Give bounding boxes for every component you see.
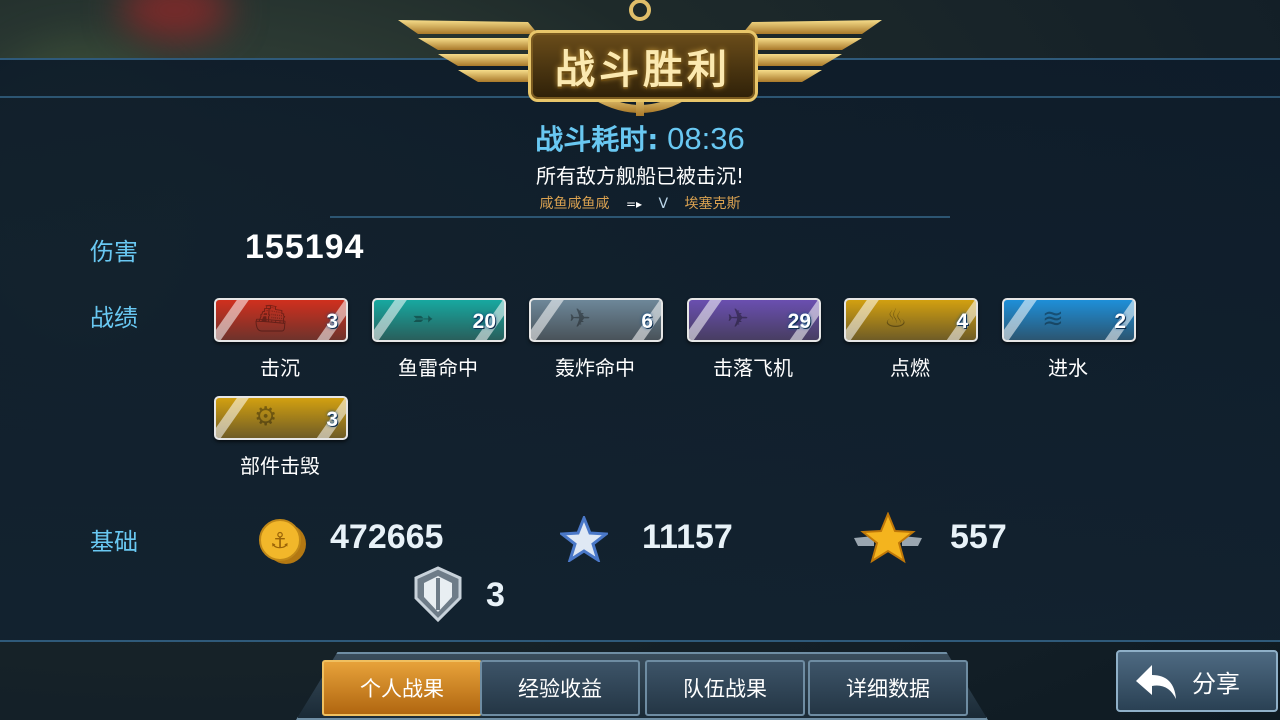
shield-value: 3 xyxy=(486,576,505,614)
gold-coin-icon: ⚓ xyxy=(259,519,306,564)
medal-badge: ⚙ 3 xyxy=(214,396,348,440)
torpedo-icon: ➵ xyxy=(412,304,434,334)
medal-badge: ♨ 4 xyxy=(844,298,978,342)
tab-3[interactable]: 详细数据 xyxy=(808,660,968,716)
achievement-medal: ⛴ 3 击沉 xyxy=(214,298,348,381)
planes-shot-down-icon: ✈ xyxy=(727,304,749,334)
timer-value: 08:36 xyxy=(667,121,745,156)
timer-label: 战斗耗时: xyxy=(535,123,659,156)
share-back-arrow-icon xyxy=(1136,665,1176,699)
matchup: 咸鱼咸鱼咸 =▸ V 埃塞克斯 xyxy=(0,193,1280,213)
tab-2[interactable]: 队伍战果 xyxy=(645,660,805,716)
player-right-name: 埃塞克斯 xyxy=(684,196,741,212)
achievement-medal: ♨ 4 点燃 xyxy=(844,298,978,381)
medal-count: 6 xyxy=(641,310,653,333)
achievement-medal: ✈ 29 击落飞机 xyxy=(687,298,821,381)
base-label: 基础 xyxy=(90,528,138,556)
medal-badge: ⛴ 3 xyxy=(214,298,348,342)
gear-broken-icon: ⚙ xyxy=(254,402,278,432)
svg-text:⚓: ⚓ xyxy=(270,529,290,554)
rank-points-value: 557 xyxy=(950,518,1007,556)
exp-value: 11157 xyxy=(642,518,733,556)
medal-count: 29 xyxy=(787,310,811,333)
shield-icon xyxy=(414,566,462,623)
medal-name: 进水 xyxy=(1048,356,1088,380)
damage-value: 155194 xyxy=(245,228,365,266)
medal-badge: ≋ 2 xyxy=(1002,298,1136,342)
medal-count: 2 xyxy=(1114,310,1126,333)
bomber-icon: ✈ xyxy=(569,304,591,334)
share-label: 分享 xyxy=(1192,669,1240,698)
page-title: 战斗胜利 xyxy=(555,47,731,93)
achievement-medal: ➵ 20 鱼雷命中 xyxy=(372,298,506,381)
battle-timer: 战斗耗时: 08:36 xyxy=(0,118,1280,158)
medal-badge: ➵ 20 xyxy=(372,298,506,342)
share-button[interactable]: 分享 xyxy=(1116,650,1278,712)
arrow-icon: =▸ xyxy=(625,197,643,211)
medal-count: 3 xyxy=(326,408,338,431)
sinking-ship-icon: ⛴ xyxy=(254,304,288,334)
background-shape xyxy=(120,0,230,40)
achievements-label: 战绩 xyxy=(90,304,138,332)
fire-icon: ♨ xyxy=(884,304,908,334)
player-left-name: 咸鱼咸鱼咸 xyxy=(539,196,610,212)
tab-1[interactable]: 经验收益 xyxy=(480,660,640,716)
vs-label: V xyxy=(658,196,669,212)
medal-count: 20 xyxy=(472,310,496,333)
medal-name: 鱼雷命中 xyxy=(398,356,478,380)
title-plate: 战斗胜利 xyxy=(528,30,758,102)
medal-count: 3 xyxy=(326,310,338,333)
header-divider xyxy=(330,216,950,218)
medal-name: 点燃 xyxy=(890,356,930,380)
achievement-medal: ≋ 2 进水 xyxy=(1002,298,1136,381)
result-message: 所有敌方舰船已被击沉! xyxy=(535,164,745,188)
damage-label: 伤害 xyxy=(90,238,138,266)
medal-name: 部件击毁 xyxy=(240,454,320,478)
medal-name: 轰炸命中 xyxy=(555,356,635,380)
tab-0[interactable]: 个人战果 xyxy=(322,660,482,716)
medal-badge: ✈ 29 xyxy=(687,298,821,342)
medal-count: 4 xyxy=(956,310,968,333)
exp-star-icon xyxy=(560,516,608,562)
achievement-medal: ⚙ 3 部件击毁 xyxy=(214,396,348,479)
achievement-medal: ✈ 6 轰炸命中 xyxy=(529,298,663,381)
medal-badge: ✈ 6 xyxy=(529,298,663,342)
medal-name: 击沉 xyxy=(260,356,300,380)
medal-name: 击落飞机 xyxy=(713,356,793,380)
flooding-icon: ≋ xyxy=(1042,304,1064,334)
rank-star-icon xyxy=(854,512,922,564)
coins-value: 472665 xyxy=(330,518,444,556)
